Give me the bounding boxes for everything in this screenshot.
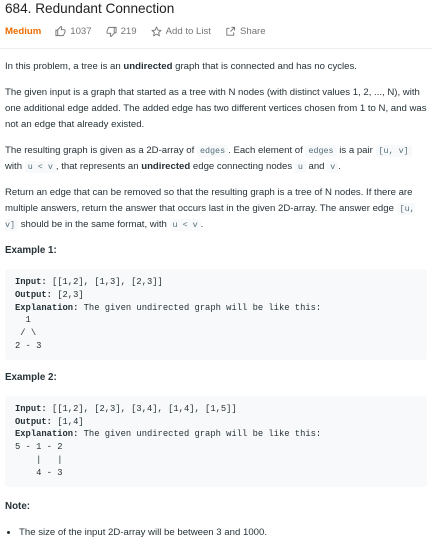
like-button[interactable]: 1037 — [55, 25, 92, 37]
problem-header: 684. Redundant Connection Medium 1037 21… — [0, 0, 432, 42]
star-icon — [151, 25, 162, 36]
example-2-block: Input: [[1,2], [2,3], [3,4], [1,4], [1,5… — [5, 395, 427, 487]
example-1-block: Input: [[1,2], [1,3], [2,3]] Output: [2,… — [5, 269, 427, 360]
share-button[interactable]: Share — [225, 26, 266, 37]
example-1-graph: 1 / \ 2 - 3 — [15, 315, 42, 351]
difficulty-badge: Medium — [5, 25, 42, 37]
description-paragraph-2: The given input is a graph that started … — [5, 87, 427, 130]
dislike-count: 219 — [120, 25, 137, 37]
add-to-list-button[interactable]: Add to List — [151, 26, 211, 37]
add-to-list-label: Add to List — [165, 25, 211, 37]
example-2-title: Example 2: — [5, 371, 57, 383]
share-label: Share — [239, 25, 266, 37]
share-icon — [226, 26, 236, 36]
description-paragraph-1: In this problem, a tree is an undirected… — [5, 61, 357, 72]
note-list: The size of the input 2D-array will be b… — [5, 525, 427, 541]
example-1-title: Example 1: — [5, 245, 57, 256]
example-2-graph: 5 - 1 - 2 | | 4 - 3 — [15, 442, 63, 478]
description-paragraph-3: The resulting graph is given as a 2D-arr… — [5, 143, 427, 175]
thumbs-up-icon — [55, 25, 66, 36]
dislike-button[interactable]: 219 — [106, 26, 137, 37]
description-paragraph-4: Return an edge that can be removed so th… — [5, 187, 415, 231]
problem-page: 684. Redundant Connection Medium 1037 21… — [0, 0, 432, 538]
like-count: 1037 — [70, 25, 92, 37]
problem-description: In this problem, a tree is an undirected… — [0, 59, 432, 541]
note-item: The size of the input 2D-array will be b… — [19, 525, 427, 541]
header-divider — [0, 48, 432, 49]
problem-title: 684. Redundant Connection — [5, 1, 175, 16]
thumbs-down-icon — [106, 26, 117, 37]
note-title: Note: — [5, 500, 31, 512]
problem-meta-bar: Medium 1037 219 Add to List Share — [5, 20, 427, 42]
